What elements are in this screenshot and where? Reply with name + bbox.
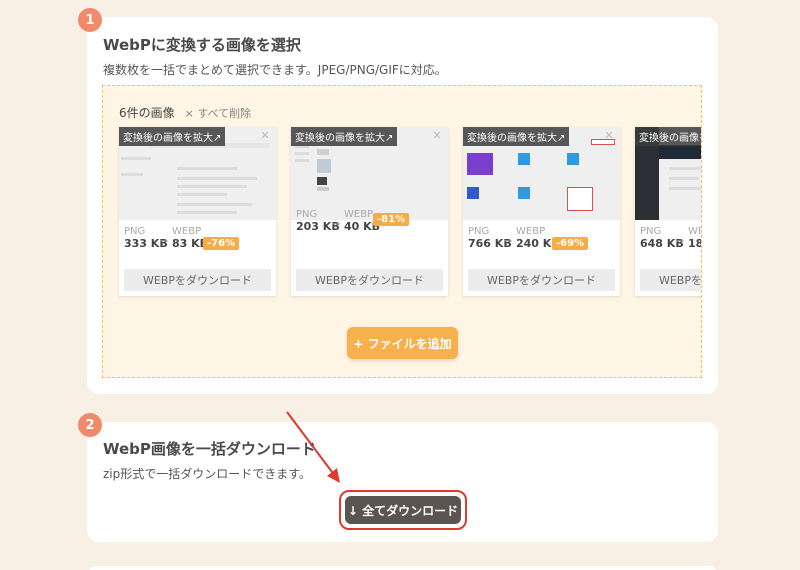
converted-image-preview[interactable]: 変換後の画像を拡大↗ bbox=[635, 127, 701, 220]
image-card: 変換後の画像を拡大↗ PNG 648 KB → WEBP 188 WEBPをダウ… bbox=[635, 127, 701, 296]
converted-image-preview[interactable]: 変換後の画像を拡大↗ ✕ bbox=[463, 127, 620, 220]
step-2-title: WebP画像を一括ダウンロード bbox=[103, 440, 316, 458]
add-file-button[interactable]: + ファイルを追加 bbox=[347, 327, 458, 359]
reduction-badge: -76% bbox=[203, 237, 240, 250]
close-icon[interactable]: ✕ bbox=[431, 130, 443, 142]
download-webp-button[interactable]: WEBPをダウンロード bbox=[124, 269, 271, 291]
step-1-badge: 1 bbox=[78, 8, 102, 32]
size-stats: PNG 203 KB → WEBP 40 KB -81% bbox=[296, 209, 446, 249]
reduction-badge: -81% bbox=[373, 213, 410, 226]
download-webp-button[interactable]: WEBPをダウンロード bbox=[468, 269, 615, 291]
close-icon[interactable]: ✕ bbox=[259, 130, 271, 142]
webp-format: WEBP bbox=[172, 226, 202, 237]
download-webp-button[interactable]: WEBPをダウンロード bbox=[640, 269, 701, 291]
step-2-description: zip形式で一括ダウンロードできます。 bbox=[103, 467, 312, 481]
close-icon[interactable]: ✕ bbox=[603, 130, 615, 142]
zoom-converted-link[interactable]: 変換後の画像を拡大↗ bbox=[635, 127, 701, 146]
image-card: 変換後の画像を拡大↗ ✕ PNG 766 KB → WEBP 240 KB -6… bbox=[463, 127, 620, 296]
arrow-right-icon: → bbox=[676, 236, 685, 247]
webp-format: WEBP bbox=[688, 226, 701, 237]
size-stats: PNG 648 KB → WEBP 188 bbox=[640, 226, 701, 266]
step-2-badge: 2 bbox=[78, 413, 102, 437]
image-card: 変換後の画像を拡大↗ ✕ PNG 203 KB → WEBP 40 KB -81… bbox=[291, 127, 448, 296]
zoom-converted-link[interactable]: 変換後の画像を拡大↗ bbox=[463, 127, 570, 146]
zoom-converted-link[interactable]: 変換後の画像を拡大↗ bbox=[291, 127, 398, 146]
zoom-converted-link[interactable]: 変換後の画像を拡大↗ bbox=[119, 127, 226, 146]
download-all-button[interactable]: ↓ 全てダウンロード bbox=[345, 496, 461, 524]
select-images-card: WebPに変換する画像を選択 複数枚を一括でまとめて選択できます。JPEG/PN… bbox=[87, 17, 718, 394]
webp-size: 188 bbox=[688, 237, 701, 250]
arrow-right-icon: → bbox=[160, 236, 169, 247]
download-webp-button[interactable]: WEBPをダウンロード bbox=[296, 269, 443, 291]
download-all-highlight: ↓ 全てダウンロード bbox=[339, 490, 467, 530]
arrow-right-icon: → bbox=[504, 236, 513, 247]
webp-format: WEBP bbox=[516, 226, 546, 237]
image-dropzone[interactable]: 6件の画像 × すべて削除 変換後の画像を拡大↗ ✕ PNG 333 KB → … bbox=[102, 85, 702, 378]
size-stats: PNG 766 KB → WEBP 240 KB -69% bbox=[468, 226, 618, 266]
next-card bbox=[87, 566, 718, 570]
image-count: 6件の画像 bbox=[119, 106, 175, 120]
step-1-title: WebPに変換する画像を選択 bbox=[103, 36, 301, 54]
image-card: 変換後の画像を拡大↗ ✕ PNG 333 KB → WEBP 83 KB -76… bbox=[119, 127, 276, 296]
reduction-badge: -69% bbox=[552, 237, 589, 250]
clear-all-link[interactable]: × すべて削除 bbox=[185, 105, 252, 121]
bulk-download-card: WebP画像を一括ダウンロード zip形式で一括ダウンロードできます。 ↓ 全て… bbox=[87, 422, 718, 542]
size-stats: PNG 333 KB → WEBP 83 KB -76% bbox=[124, 226, 274, 266]
step-1-description: 複数枚を一括でまとめて選択できます。JPEG/PNG/GIFに対応。 bbox=[103, 63, 447, 77]
converted-image-preview[interactable]: 変換後の画像を拡大↗ ✕ bbox=[291, 127, 448, 220]
arrow-right-icon: → bbox=[332, 219, 341, 230]
converted-image-preview[interactable]: 変換後の画像を拡大↗ ✕ bbox=[119, 127, 276, 220]
